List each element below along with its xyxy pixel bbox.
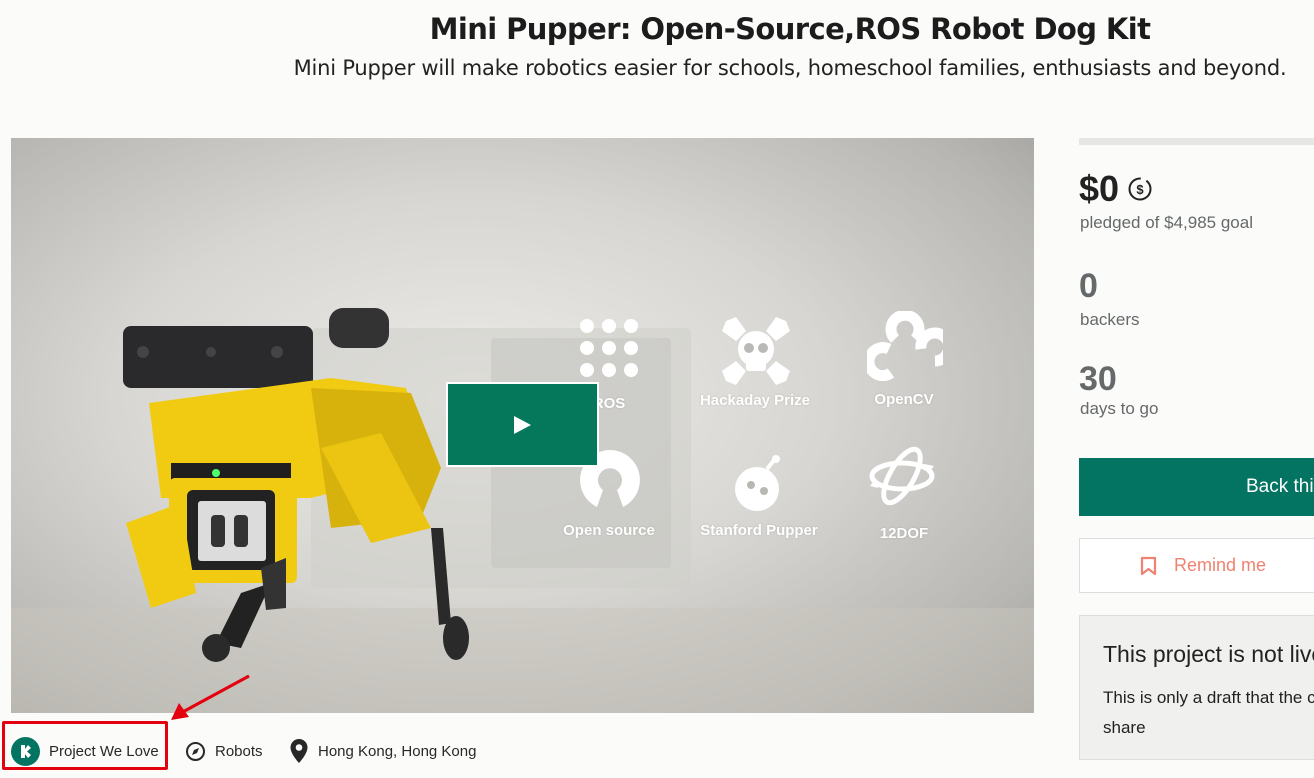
- feature-label-opencv: OpenCV: [874, 391, 934, 408]
- feature-label-12dof: 12DOF: [879, 525, 929, 542]
- hackaday-skull-icon: [722, 317, 790, 385]
- play-button[interactable]: [446, 382, 599, 467]
- funding-progress-bar: [1079, 138, 1314, 145]
- location-pin-icon: [290, 739, 308, 763]
- stanford-pupper-icon: [735, 455, 780, 511]
- backers-label: backers: [1080, 310, 1140, 329]
- project-title: Mini Pupper: Open-Source,ROS Robot Dog K…: [429, 12, 1151, 46]
- tag-label: Project We Love: [49, 742, 159, 760]
- back-project-label: Back this project: [1246, 476, 1314, 497]
- kickstarter-logo-icon: [11, 736, 40, 766]
- bookmark-icon: [1140, 556, 1157, 576]
- project-video[interactable]: ROS Hackaday Prize OpenCV Open source St…: [11, 138, 1034, 713]
- back-project-button[interactable]: Back this project: [1079, 458, 1314, 516]
- tag-label: Hong Kong, Hong Kong: [318, 742, 477, 760]
- opencv-icon: [867, 311, 943, 381]
- play-icon: [514, 415, 531, 434]
- feature-label-stanford-pupper: Stanford Pupper: [700, 522, 818, 539]
- rotation-arrows-icon: [869, 446, 935, 506]
- draft-notice: This project is not live This is only a …: [1079, 615, 1314, 760]
- days-to-go-count: 30: [1079, 360, 1117, 398]
- tag-location[interactable]: Hong Kong, Hong Kong: [289, 735, 476, 767]
- backers-count: 0: [1079, 267, 1098, 305]
- days-to-go-label: days to go: [1080, 399, 1159, 418]
- svg-text:$: $: [1136, 182, 1144, 197]
- remind-me-label: Remind me: [1174, 555, 1267, 575]
- currency-conversion-icon[interactable]: $: [1127, 176, 1153, 202]
- draft-notice-heading: This project is not live: [1103, 641, 1314, 667]
- pledged-value: $0: [1079, 168, 1120, 209]
- tag-label: Robots: [215, 742, 263, 760]
- draft-notice-body: This is only a draft that the creator ca…: [1103, 688, 1314, 737]
- annotation-arrow: [171, 674, 250, 720]
- pledged-goal-label: pledged of $4,985 goal: [1080, 213, 1253, 232]
- ros-dots-icon: [580, 319, 638, 377]
- tag-category-robots[interactable]: Robots: [185, 735, 263, 767]
- tag-project-we-love[interactable]: Project We Love: [11, 735, 159, 767]
- project-subtitle: Mini Pupper will make robotics easier fo…: [293, 56, 1287, 80]
- remind-me-button[interactable]: Remind me: [1079, 538, 1314, 593]
- feature-label-open-source: Open source: [563, 522, 655, 539]
- feature-label-hackaday: Hackaday Prize: [699, 392, 811, 409]
- pledged-amount: $0 $: [1079, 168, 1153, 210]
- compass-icon: [186, 741, 205, 761]
